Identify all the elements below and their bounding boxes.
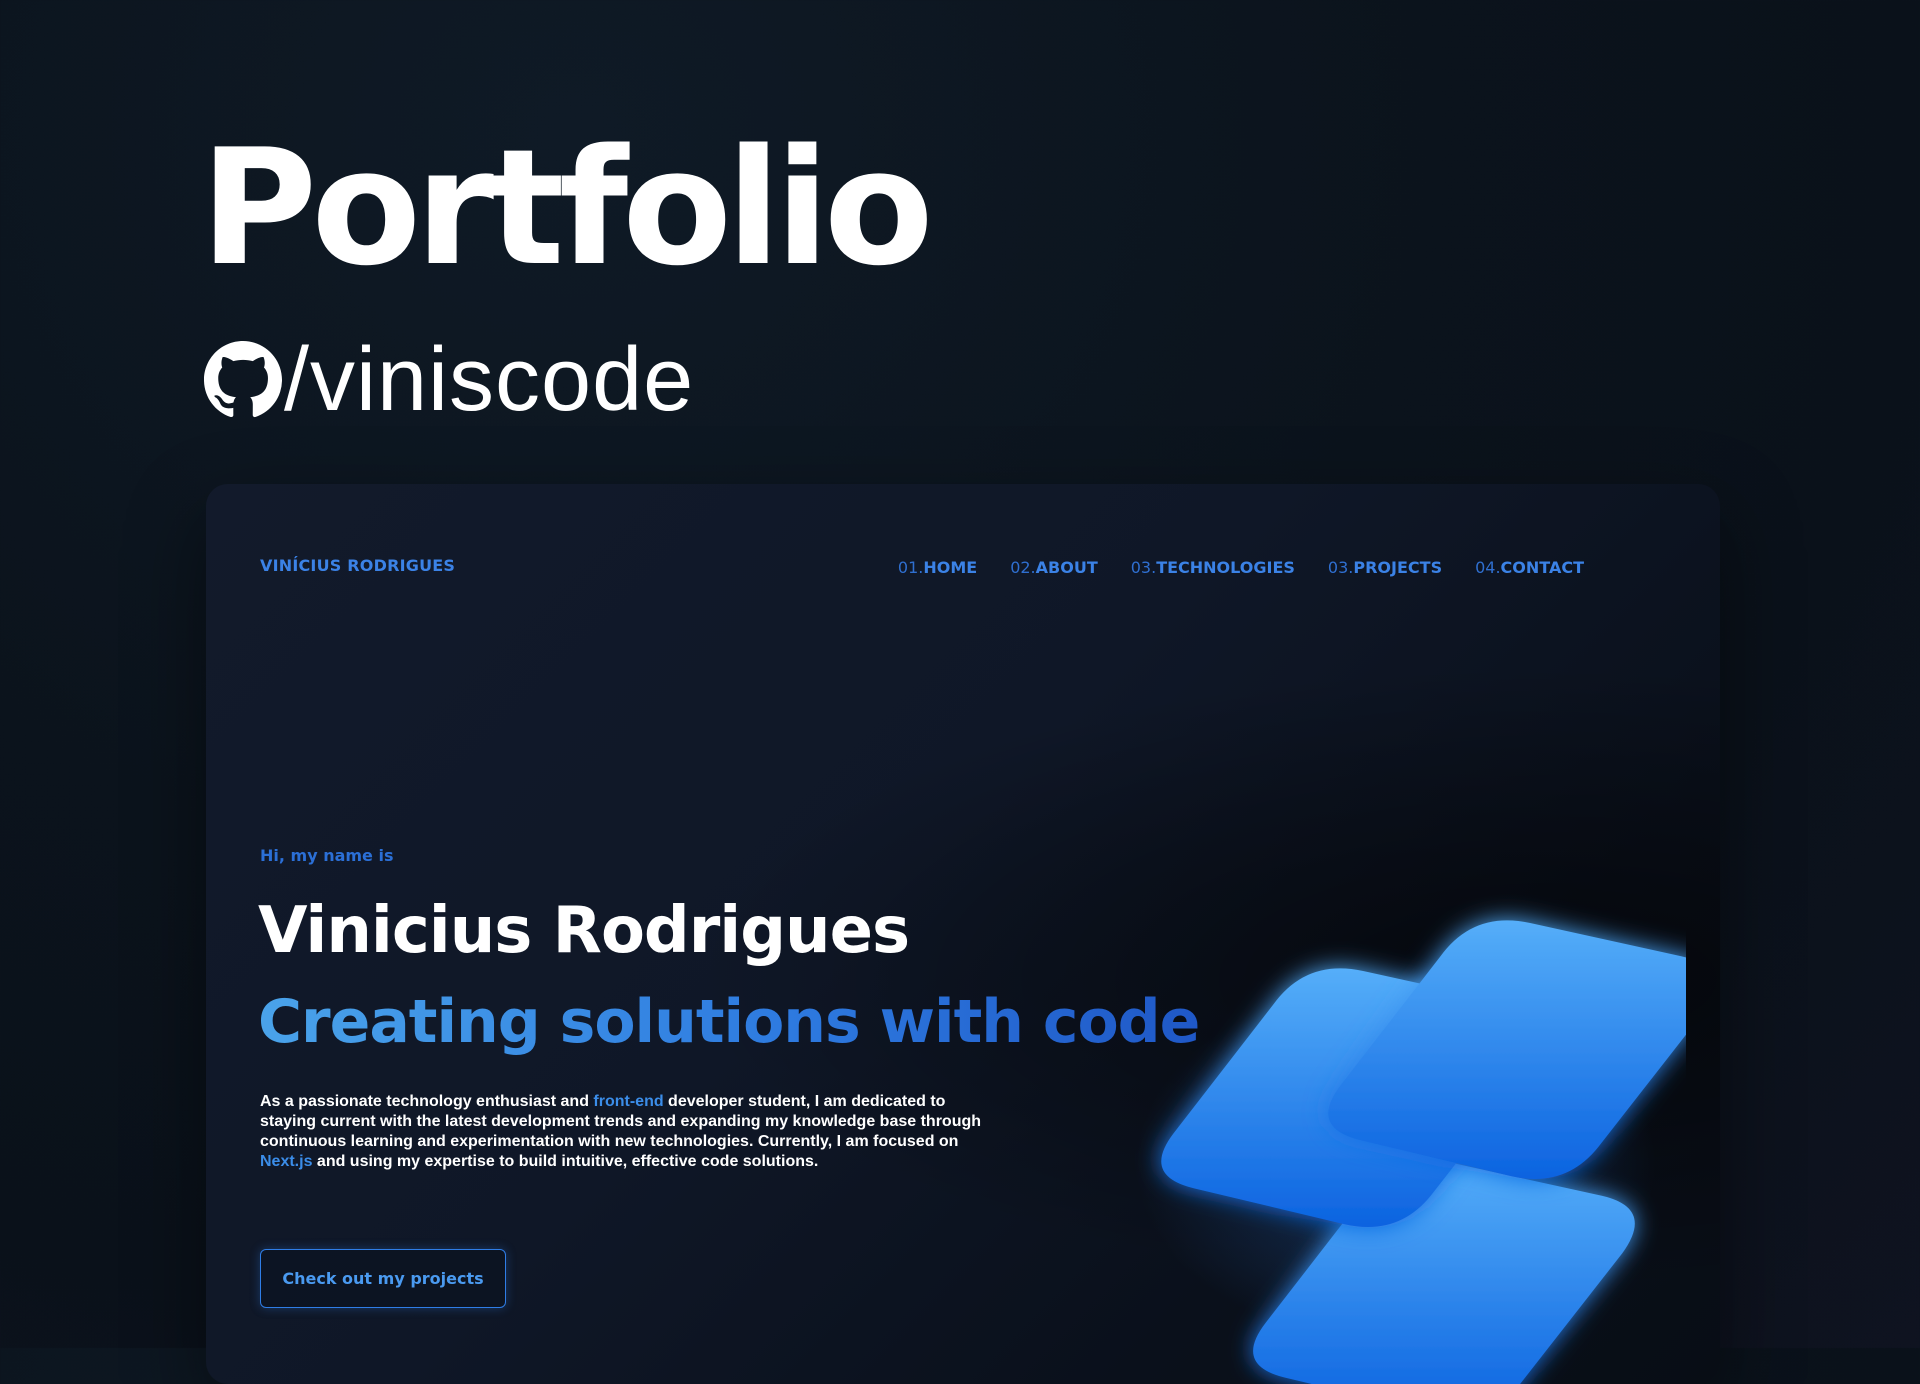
desc-highlight-nextjs: Next.js bbox=[260, 1153, 313, 1170]
stacked-tiles-illustration bbox=[1136, 920, 1686, 1384]
hero-description: As a passionate technology enthusiast an… bbox=[260, 1092, 1000, 1172]
hero-name: Vinicius Rodrigues bbox=[258, 894, 910, 968]
nav-technologies[interactable]: 03.TECHNOLOGIES bbox=[1131, 558, 1295, 577]
nav-about-number: 02. bbox=[1010, 558, 1036, 577]
nav-about[interactable]: 02.ABOUT bbox=[1010, 558, 1098, 577]
nav-home-number: 01. bbox=[897, 558, 924, 577]
nav-contact[interactable]: 04.CONTACT bbox=[1475, 558, 1584, 577]
nav-technologies-label: TECHNOLOGIES bbox=[1156, 558, 1295, 577]
site-brand[interactable]: VINÍCIUS RODRIGUES bbox=[260, 556, 455, 575]
github-icon bbox=[204, 341, 282, 418]
nav-projects-label: PROJECTS bbox=[1353, 558, 1443, 577]
hero-greeting: Hi, my name is bbox=[260, 846, 394, 865]
nav-home[interactable]: 01.HOME bbox=[898, 558, 977, 577]
desc-highlight-frontend: front-end bbox=[593, 1093, 664, 1110]
website-preview: VINÍCIUS RODRIGUES 01.HOME 02.ABOUT 03.T… bbox=[206, 484, 1720, 1384]
hero-tagline: Creating solutions with code bbox=[258, 987, 1200, 1057]
nav-contact-number: 04. bbox=[1475, 558, 1501, 577]
nav-technologies-number: 03. bbox=[1130, 558, 1157, 577]
desc-text-1: As a passionate technology enthusiast an… bbox=[260, 1093, 594, 1110]
github-handle: /viniscode bbox=[284, 330, 695, 430]
github-handle-row[interactable]: /viniscode bbox=[204, 335, 694, 425]
site-nav: 01.HOME 02.ABOUT 03.TECHNOLOGIES 03.PROJ… bbox=[898, 558, 1584, 577]
poster-title: Portfolio bbox=[200, 114, 934, 301]
nav-home-label: HOME bbox=[923, 558, 978, 577]
nav-projects[interactable]: 03.PROJECTS bbox=[1328, 558, 1442, 577]
check-projects-button[interactable]: Check out my projects bbox=[260, 1249, 506, 1308]
nav-contact-label: CONTACT bbox=[1500, 558, 1584, 577]
nav-projects-number: 03. bbox=[1327, 558, 1354, 577]
desc-text-3: and using my expertise to build intuitiv… bbox=[312, 1153, 819, 1170]
nav-about-label: ABOUT bbox=[1035, 558, 1098, 577]
